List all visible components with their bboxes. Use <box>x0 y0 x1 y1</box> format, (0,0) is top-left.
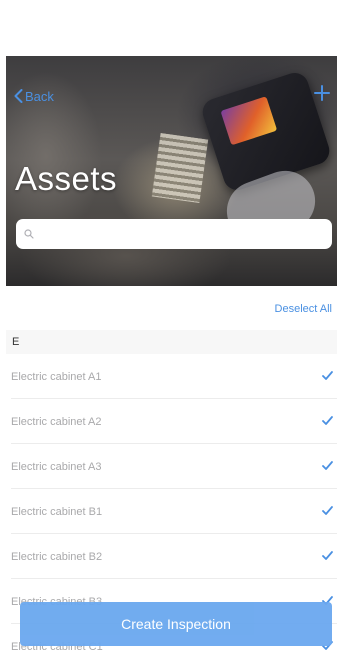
checkmark-icon <box>322 461 333 470</box>
asset-label: Electric cabinet B2 <box>11 550 103 563</box>
checkmark-icon <box>322 416 333 425</box>
thermal-display-image <box>220 96 278 146</box>
list-item[interactable]: Electric cabinet A2 <box>6 399 337 444</box>
search-icon <box>24 229 34 239</box>
screen: Back Assets Deselect All E Electric cabi… <box>6 56 337 660</box>
header-background-image: Back Assets <box>6 56 337 286</box>
list-item[interactable]: Electric cabinet B2 <box>6 534 337 579</box>
asset-label: Electric cabinet A3 <box>11 460 102 473</box>
cabinet-grille-image <box>151 132 209 204</box>
back-button[interactable]: Back <box>14 87 54 105</box>
search-input[interactable] <box>40 227 320 241</box>
list-item[interactable]: Electric cabinet B1 <box>6 489 337 534</box>
checkmark-icon <box>322 371 333 380</box>
list-item[interactable]: Electric cabinet A3 <box>6 444 337 489</box>
asset-label: Electric cabinet B1 <box>11 505 103 518</box>
asset-label: Electric cabinet A1 <box>11 370 102 383</box>
search-bar[interactable] <box>16 219 332 249</box>
page-title: Assets <box>15 160 118 197</box>
chevron-left-icon <box>14 89 23 103</box>
plus-icon[interactable] <box>313 84 331 102</box>
asset-label: Electric cabinet A2 <box>11 415 102 428</box>
back-label: Back <box>25 88 54 104</box>
create-inspection-button[interactable]: Create Inspection <box>20 602 332 646</box>
checkmark-icon <box>322 551 333 560</box>
list-item[interactable]: Electric cabinet A1 <box>6 354 337 399</box>
checkmark-icon <box>322 506 333 515</box>
deselect-all-button[interactable]: Deselect All <box>275 303 332 315</box>
section-header: E <box>6 330 337 354</box>
